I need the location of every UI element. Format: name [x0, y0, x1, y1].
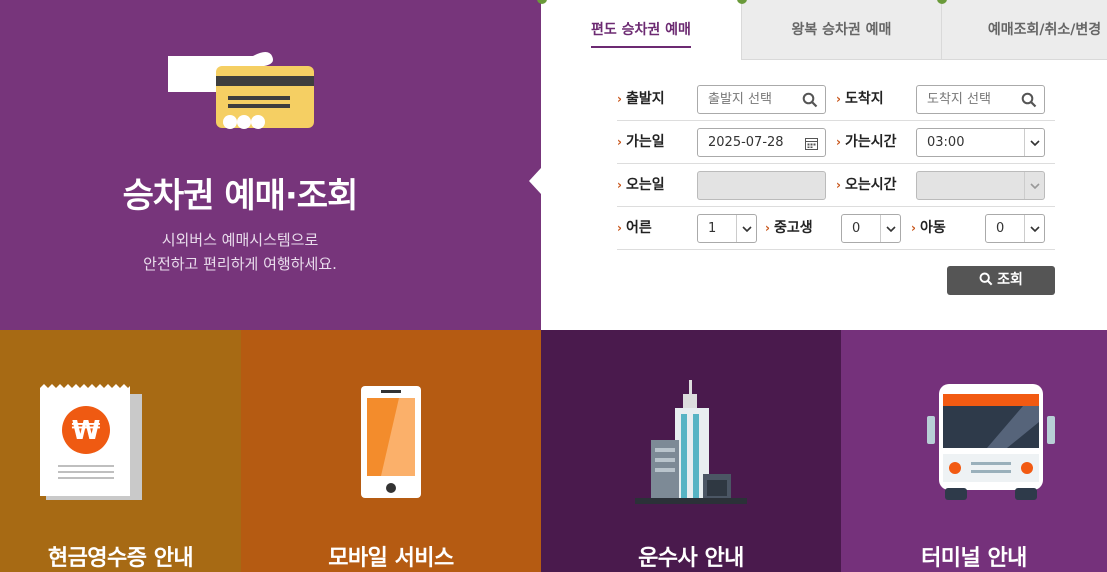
booking-form: › 출발지 출발지 선택 › 도착지 도착지 선택 › 가는일 2025-07-…: [617, 78, 1055, 250]
arrival-placeholder: 도착지 선택: [927, 92, 991, 107]
search-icon[interactable]: [802, 92, 818, 108]
return-date-input[interactable]: [697, 171, 826, 200]
chevron-down-icon[interactable]: [1024, 129, 1044, 156]
youth-label: › 중고생: [765, 220, 813, 236]
hero-subtitle-line2: 안전하고 편리하게 여행하세요.: [143, 255, 337, 273]
chevron-right-icon: ›: [836, 178, 841, 192]
youth-count-value: 0: [852, 221, 861, 236]
chevron-right-icon: ›: [617, 92, 622, 106]
tab-one-way[interactable]: 편도 승차권 예매: [541, 0, 741, 60]
chevron-right-icon: ›: [836, 135, 841, 149]
youth-count-select[interactable]: 0: [841, 214, 901, 243]
form-row-go: › 가는일 2025-07-28 › 가는시간 03:00: [617, 121, 1055, 164]
chevron-down-icon[interactable]: [880, 215, 900, 242]
tab-inquiry[interactable]: 예매조회/취소/변경: [941, 0, 1107, 60]
tile-terminal-info[interactable]: 터미널 안내: [841, 330, 1107, 572]
child-label: › 아동: [911, 220, 946, 236]
svg-text:₩: ₩: [72, 416, 101, 446]
search-button-label: 조회: [997, 272, 1023, 288]
buildings-icon: [635, 380, 747, 504]
tile-carrier-info[interactable]: 운수사 안내: [541, 330, 841, 572]
tile-mobile-service[interactable]: 모바일 서비스: [241, 330, 541, 572]
form-row-passengers: › 어른 1 › 중고생 0 › 아동 0: [617, 207, 1055, 250]
go-time-value: 03:00: [927, 135, 965, 150]
chevron-right-icon: ›: [765, 221, 770, 235]
departure-input[interactable]: 출발지 선택: [697, 85, 826, 114]
tab-one-way-label: 편도 승차권 예매: [591, 20, 691, 48]
chevron-down-icon[interactable]: [1024, 215, 1044, 242]
child-count-select[interactable]: 0: [985, 214, 1045, 243]
hero-subtitle: 시외버스 예매시스템으로 안전하고 편리하게 여행하세요.: [0, 228, 480, 276]
hand-card-icon: [168, 52, 314, 129]
adult-label: › 어른: [617, 220, 652, 236]
adult-count-select[interactable]: 1: [697, 214, 757, 243]
go-date-value: 2025-07-28: [708, 135, 784, 150]
go-date-label: › 가는일: [617, 134, 665, 150]
return-time-label: › 오는시간: [836, 177, 897, 193]
chevron-right-icon: ›: [911, 221, 916, 235]
go-time-label: › 가는시간: [836, 134, 897, 150]
tile-label: 현금영수증 안내: [47, 546, 194, 571]
tile-label: 터미널 안내: [921, 546, 1027, 571]
chevron-right-icon: ›: [617, 135, 622, 149]
chevron-down-icon[interactable]: [736, 215, 756, 242]
chevron-right-icon: ›: [617, 178, 622, 192]
return-date-label: › 오는일: [617, 177, 665, 193]
hero-subtitle-line1: 시외버스 예매시스템으로: [161, 231, 319, 249]
form-row-route: › 출발지 출발지 선택 › 도착지 도착지 선택: [617, 78, 1055, 121]
hero-title: 승차권 예매·조회: [122, 176, 359, 216]
booking-tabs: 편도 승차권 예매 왕복 승차권 예매 예매조회/취소/변경: [537, 0, 1107, 60]
calendar-icon[interactable]: [805, 137, 818, 150]
tile-label: 운수사 안내: [638, 546, 744, 571]
go-time-select[interactable]: 03:00: [916, 128, 1045, 157]
tab-inquiry-label: 예매조회/취소/변경: [987, 22, 1102, 38]
child-count-value: 0: [996, 221, 1005, 236]
return-time-select[interactable]: [916, 171, 1045, 200]
chevron-right-icon: ›: [836, 92, 841, 106]
adult-count-value: 1: [708, 221, 717, 236]
hero-pointer-arrow: [529, 168, 541, 194]
arrival-label: › 도착지: [836, 91, 884, 107]
bus-icon: [927, 384, 1055, 500]
chevron-right-icon: ›: [617, 221, 622, 235]
chevron-down-icon[interactable]: [1024, 172, 1044, 199]
tile-cash-receipt[interactable]: ₩ 현금영수증 안내: [0, 330, 241, 572]
booking-panel: 편도 승차권 예매 왕복 승차권 예매 예매조회/취소/변경 › 출발지 출발지 …: [537, 0, 1107, 330]
tab-round-trip[interactable]: 왕복 승차권 예매: [741, 0, 941, 60]
departure-label: › 출발지: [617, 91, 665, 107]
go-date-input[interactable]: 2025-07-28: [697, 128, 826, 157]
search-icon: [979, 272, 993, 286]
departure-placeholder: 출발지 선택: [708, 92, 772, 107]
form-row-return: › 오는일 › 오는시간: [617, 164, 1055, 207]
search-icon[interactable]: [1021, 92, 1037, 108]
tile-label: 모바일 서비스: [328, 546, 454, 571]
smartphone-icon: [361, 386, 421, 498]
hero-banner: 승차권 예매·조회 시외버스 예매시스템으로 안전하고 편리하게 여행하세요.: [0, 0, 541, 330]
receipt-won-icon: ₩: [40, 384, 142, 500]
arrival-input[interactable]: 도착지 선택: [916, 85, 1045, 114]
tab-round-trip-label: 왕복 승차권 예매: [791, 22, 892, 38]
search-button[interactable]: 조회: [947, 266, 1055, 295]
